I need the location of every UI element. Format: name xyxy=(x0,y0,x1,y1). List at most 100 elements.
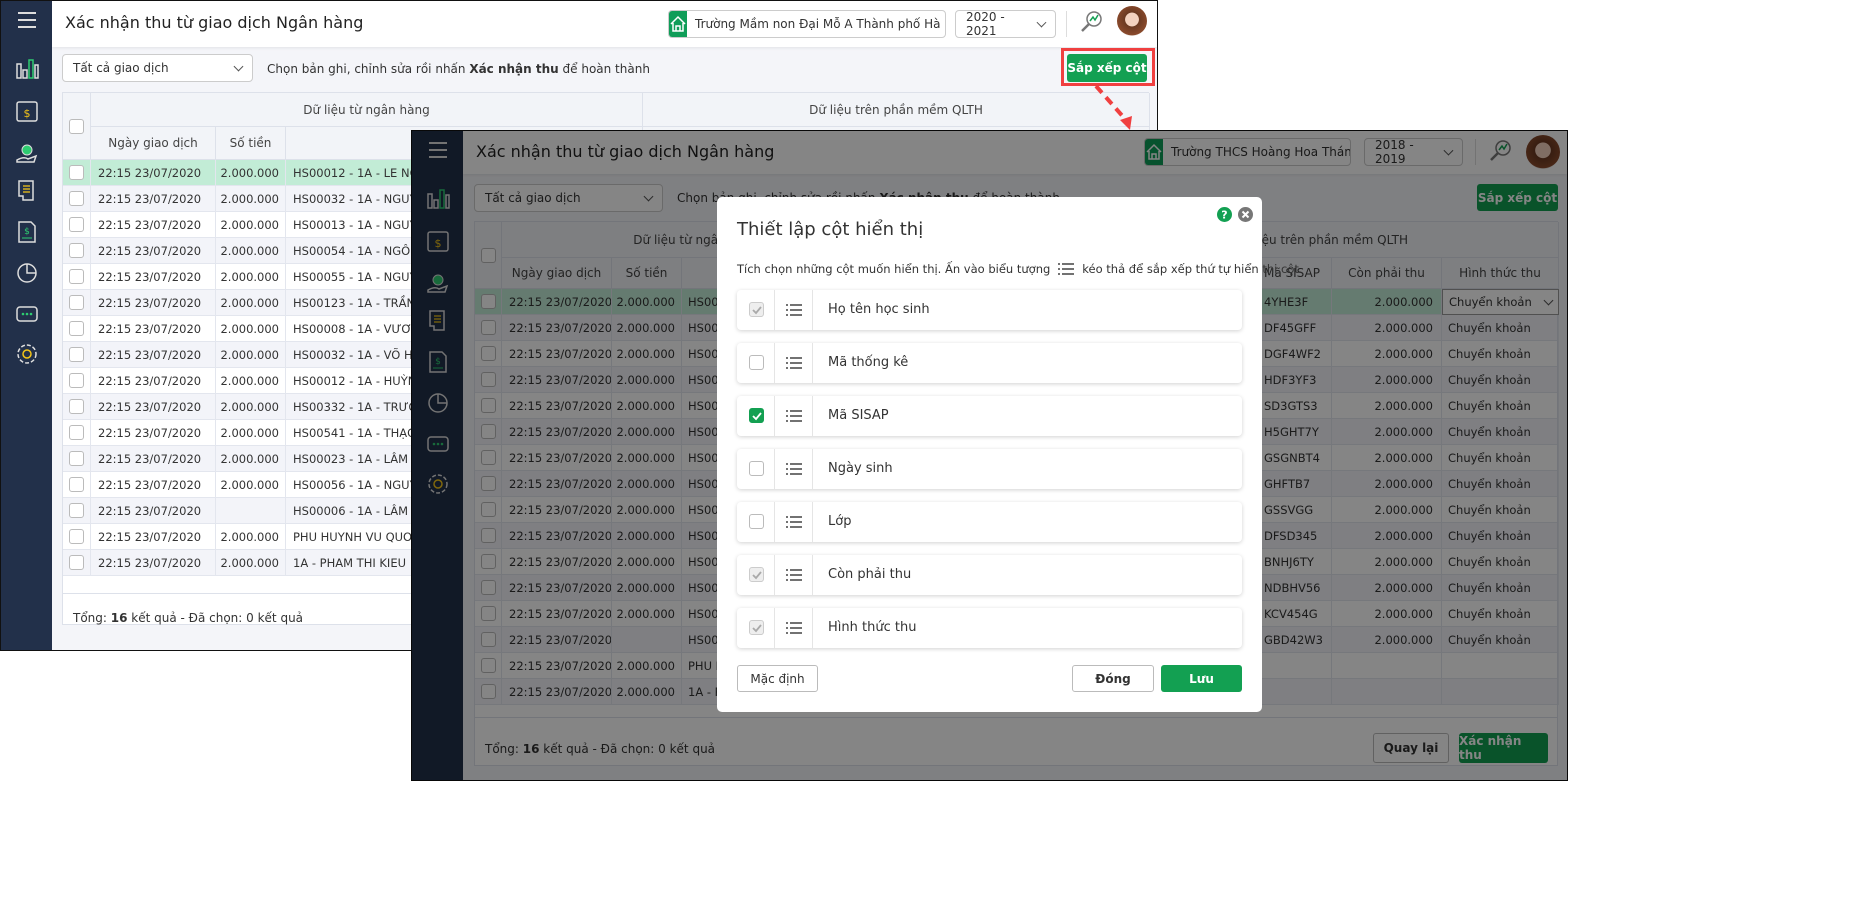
invoice-icon[interactable]: $ xyxy=(14,219,40,245)
col-date-header: Ngày giao dịch xyxy=(91,127,216,160)
column-label: Hình thức thu xyxy=(828,620,917,635)
column-option: Lớp xyxy=(737,502,1242,542)
date-cell: 22:15 23/07/2020 xyxy=(91,160,216,186)
message-icon[interactable] xyxy=(14,302,40,328)
callout-arrow-icon xyxy=(1094,84,1132,130)
column-label: Mã thống kê xyxy=(828,355,909,370)
drag-handle-icon[interactable] xyxy=(785,357,802,369)
drag-handle-icon[interactable] xyxy=(785,622,802,634)
analytics-search-icon[interactable] xyxy=(1079,10,1103,34)
checkbox-cell xyxy=(63,550,91,576)
amount-cell: 2.000.000 xyxy=(216,368,286,394)
report-pie-icon[interactable] xyxy=(14,260,40,286)
column-checkbox[interactable] xyxy=(749,355,764,370)
column-option: Ngày sinh xyxy=(737,449,1242,489)
drag-handle-icon[interactable] xyxy=(785,410,802,422)
drag-handle[interactable] xyxy=(775,290,813,330)
svg-text:?: ? xyxy=(1221,209,1227,222)
drag-handle[interactable] xyxy=(775,449,813,489)
drag-handle[interactable] xyxy=(775,343,813,383)
checkbox-cell xyxy=(63,238,91,264)
checkbox-cell xyxy=(63,290,91,316)
checkbox-cell xyxy=(63,316,91,342)
avatar[interactable] xyxy=(1117,6,1147,36)
date-cell: 22:15 23/07/2020 xyxy=(91,290,216,316)
column-option: Mã thống kê xyxy=(737,343,1242,383)
checkbox-cell xyxy=(63,368,91,394)
checkbox-cell xyxy=(63,160,91,186)
year-select[interactable]: 2020 - 2021 xyxy=(955,10,1056,38)
drag-handle[interactable] xyxy=(775,502,813,542)
drag-handle[interactable] xyxy=(775,396,813,436)
drag-handle-icon[interactable] xyxy=(785,516,802,528)
amount-cell xyxy=(216,498,286,524)
amount-cell: 2.000.000 xyxy=(216,524,286,550)
col-amount-header: Số tiền xyxy=(216,127,286,160)
checkbox-cell xyxy=(737,343,775,383)
checkbox-cell xyxy=(737,608,775,648)
chevron-down-icon xyxy=(1036,17,1047,27)
date-cell: 22:15 23/07/2020 xyxy=(91,342,216,368)
filter-value: Tất cả giao dịch xyxy=(73,61,169,75)
close-icon[interactable] xyxy=(1238,207,1253,222)
select-all-checkbox[interactable] xyxy=(69,118,84,134)
column-checkbox[interactable] xyxy=(749,514,764,529)
header: Xác nhận thu từ giao dịch Ngân hàng Trườ… xyxy=(52,1,1157,47)
drag-handle-icon[interactable] xyxy=(785,463,802,475)
date-cell: 22:15 23/07/2020 xyxy=(91,238,216,264)
checkbox-cell xyxy=(737,449,775,489)
checkbox-cell xyxy=(737,555,775,595)
date-cell: 22:15 23/07/2020 xyxy=(91,212,216,238)
school-selector[interactable]: Trường Mầm non Đại Mỗ A Thành phố Hà Nội xyxy=(668,10,946,38)
date-cell: 22:15 23/07/2020 xyxy=(91,550,216,576)
date-cell: 22:15 23/07/2020 xyxy=(91,524,216,550)
checkbox-cell xyxy=(63,264,91,290)
close-button[interactable]: Đóng xyxy=(1072,665,1154,692)
column-checkbox[interactable] xyxy=(749,461,764,476)
checkbox-cell xyxy=(63,498,91,524)
amount-cell: 2.000.000 xyxy=(216,550,286,576)
svg-text:$: $ xyxy=(24,107,31,120)
drag-handle[interactable] xyxy=(775,555,813,595)
results-summary: Tổng: 16 kết quả - Đã chọn: 0 kết quả xyxy=(73,611,304,625)
column-option: Mã SISAP xyxy=(737,396,1242,436)
select-all-header xyxy=(63,93,91,160)
checkbox-cell xyxy=(737,290,775,330)
date-cell: 22:15 23/07/2020 xyxy=(91,316,216,342)
amount-cell: 2.000.000 xyxy=(216,186,286,212)
amount-cell: 2.000.000 xyxy=(216,238,286,264)
amount-cell: 2.000.000 xyxy=(216,472,286,498)
checkbox-cell xyxy=(63,394,91,420)
payment-hand-icon[interactable] xyxy=(14,140,40,166)
column-checkbox[interactable] xyxy=(749,408,764,423)
checkbox-cell xyxy=(737,502,775,542)
column-option: Hình thức thu xyxy=(737,608,1242,648)
checkbox-cell xyxy=(63,342,91,368)
drag-handle-icon[interactable] xyxy=(785,569,802,581)
transaction-filter-select[interactable]: Tất cả giao dịch xyxy=(62,54,253,82)
default-button[interactable]: Mặc định xyxy=(737,665,818,692)
drag-handle-icon[interactable] xyxy=(785,304,802,316)
dashboard-chart-icon[interactable] xyxy=(14,56,40,82)
amount-cell: 2.000.000 xyxy=(216,394,286,420)
fee-calendar-icon[interactable]: $ xyxy=(14,98,40,124)
column-label: Họ tên học sinh xyxy=(828,302,930,317)
save-button[interactable]: Lưu xyxy=(1161,665,1242,692)
menu-icon[interactable] xyxy=(14,7,40,33)
drag-handle[interactable] xyxy=(775,608,813,648)
amount-cell: 2.000.000 xyxy=(216,446,286,472)
amount-cell: 2.000.000 xyxy=(216,160,286,186)
column-checkbox xyxy=(749,302,764,317)
page-title: Xác nhận thu từ giao dịch Ngân hàng xyxy=(65,13,364,32)
amount-cell: 2.000.000 xyxy=(216,316,286,342)
settings-gear-icon[interactable] xyxy=(14,341,40,367)
column-option: Họ tên học sinh xyxy=(737,290,1242,330)
group-software-header: Dữ liệu trên phần mềm QLTH xyxy=(643,93,1150,127)
date-cell: 22:15 23/07/2020 xyxy=(91,394,216,420)
receipt-list-icon[interactable] xyxy=(14,178,40,204)
drag-handle-icon xyxy=(1058,263,1075,275)
school-name: Trường Mầm non Đại Mỗ A Thành phố Hà Nội xyxy=(695,17,946,31)
divider xyxy=(1066,11,1067,37)
date-cell: 22:15 23/07/2020 xyxy=(91,472,216,498)
help-icon[interactable]: ? xyxy=(1217,207,1232,222)
